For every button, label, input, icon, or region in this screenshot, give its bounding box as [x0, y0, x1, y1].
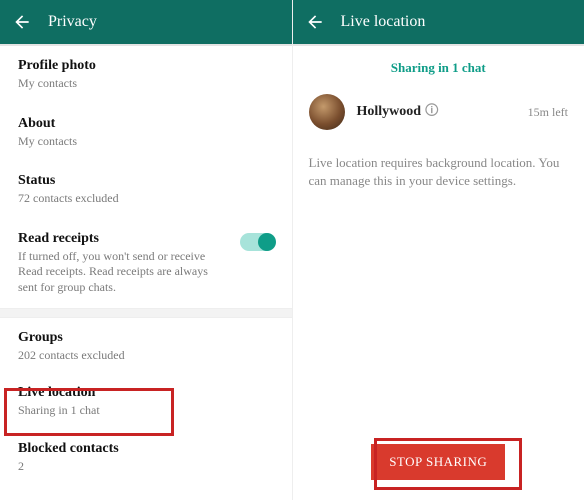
stop-sharing-button[interactable]: STOP SHARING: [371, 444, 505, 480]
row-sub: 72 contacts excluded: [18, 191, 274, 207]
row-title: Profile photo: [18, 58, 274, 74]
row-sub: 2: [18, 459, 274, 475]
privacy-title: Privacy: [48, 13, 97, 31]
row-sub: If turned off, you won't send or receive…: [18, 249, 230, 296]
row-read-receipts[interactable]: Read receipts If turned off, you won't s…: [0, 219, 292, 308]
stop-button-wrap: STOP SHARING: [293, 444, 584, 480]
row-status[interactable]: Status 72 contacts excluded: [0, 161, 292, 219]
live-location-header: Live location: [293, 0, 584, 44]
row-live-location[interactable]: Live location Sharing in 1 chat: [0, 375, 292, 429]
row-sub: My contacts: [18, 76, 274, 92]
chat-row[interactable]: Hollywood 🛈 15m left: [293, 86, 584, 138]
section-divider: [0, 308, 292, 318]
row-title: Blocked contacts: [18, 441, 274, 457]
chat-name-suffix: 🛈: [425, 104, 439, 119]
back-icon[interactable]: [305, 12, 325, 32]
row-sub: Sharing in 1 chat: [18, 403, 274, 419]
row-groups[interactable]: Groups 202 contacts excluded: [0, 318, 292, 376]
privacy-panel: Privacy Profile photo My contacts About …: [0, 0, 293, 500]
row-title: Status: [18, 173, 274, 189]
app-container: Privacy Profile photo My contacts About …: [0, 0, 584, 500]
row-sub: 202 contacts excluded: [18, 348, 274, 364]
avatar: [309, 94, 345, 130]
live-location-panel: Live location Sharing in 1 chat Hollywoo…: [293, 0, 584, 500]
live-location-title: Live location: [341, 13, 426, 31]
row-title: Groups: [18, 330, 274, 346]
info-text: Live location requires background locati…: [293, 138, 584, 206]
time-left: 15m left: [528, 105, 568, 120]
row-about[interactable]: About My contacts: [0, 104, 292, 162]
sharing-status: Sharing in 1 chat: [293, 46, 584, 86]
back-icon[interactable]: [12, 12, 32, 32]
privacy-header: Privacy: [0, 0, 292, 44]
read-receipts-toggle[interactable]: [240, 233, 274, 251]
row-sub: My contacts: [18, 134, 274, 150]
row-blocked-contacts[interactable]: Blocked contacts 2: [0, 429, 292, 487]
row-title: Live location: [18, 385, 274, 401]
chat-name: Hollywood 🛈: [357, 100, 516, 124]
row-title: Read receipts: [18, 231, 230, 247]
chat-name-text: Hollywood: [357, 104, 422, 119]
row-profile-photo[interactable]: Profile photo My contacts: [0, 46, 292, 104]
row-title: About: [18, 116, 274, 132]
